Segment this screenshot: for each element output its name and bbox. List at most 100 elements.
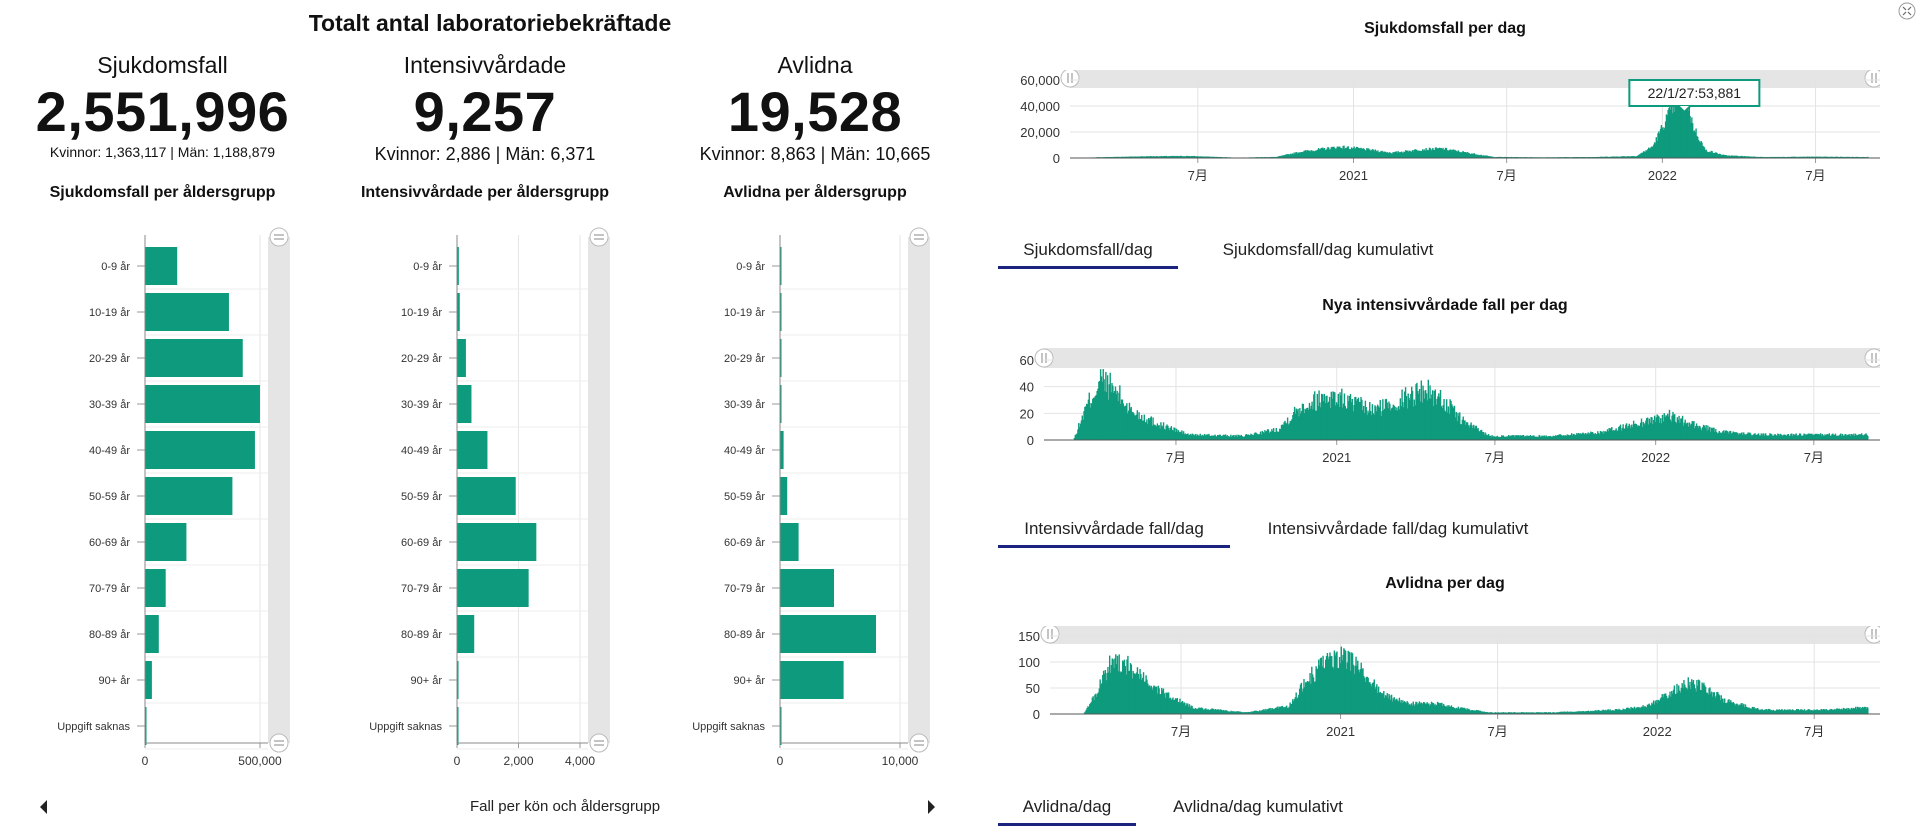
x-tick-label: 2021	[1326, 724, 1355, 739]
x-tick-label: 7月	[1497, 168, 1517, 183]
category-label: 0-9 år	[413, 261, 442, 273]
category-label: 20-29 år	[89, 353, 130, 365]
y-tick-label: 0	[1027, 433, 1034, 448]
bar[interactable]	[780, 615, 876, 653]
ts-title-icu: Nya intensivvårdade fall per dag	[1322, 297, 1568, 314]
tab-icu-daily[interactable]: Intensivvårdade fall/dag	[998, 519, 1230, 548]
ts-title-cases: Sjukdomsfall per dag	[1364, 20, 1526, 37]
x-tick-label: 7月	[1804, 724, 1824, 739]
grip-handle-icon[interactable]	[589, 733, 609, 753]
bar[interactable]	[780, 523, 799, 561]
bar[interactable]	[457, 615, 475, 653]
category-label: 10-19 år	[401, 307, 442, 319]
bar[interactable]	[145, 293, 229, 331]
triangle-left-icon[interactable]	[40, 800, 47, 814]
bar[interactable]	[457, 569, 529, 607]
bar[interactable]	[780, 431, 784, 469]
range-slider[interactable]	[1044, 348, 1880, 368]
x-tick-label: 7月	[1171, 724, 1191, 739]
y-tick-label: 60,000	[1020, 73, 1060, 88]
tab-cases-daily[interactable]: Sjukdomsfall/dag	[998, 240, 1178, 269]
x-tick-label: 7月	[1166, 450, 1186, 465]
category-label: 0-9 år	[736, 261, 765, 273]
bar[interactable]	[145, 569, 166, 607]
grip-handle-icon[interactable]	[909, 227, 929, 247]
tab-cases-cumulative[interactable]: Sjukdomsfall/dag kumulativt	[1198, 240, 1458, 266]
daily-series	[1073, 369, 1869, 440]
bar[interactable]	[145, 661, 152, 699]
x-tick-label: 0	[777, 754, 784, 768]
category-label: 80-89 år	[89, 629, 130, 641]
expand-icon[interactable]	[1898, 2, 1916, 20]
y-tick-label: 20,000	[1020, 125, 1060, 140]
deaths-per-day-chart: 0 50 100 150 7月 2021 7月 2022 7月	[1018, 626, 1880, 739]
category-label: 70-79 år	[89, 583, 130, 595]
y-tick-label: 20	[1020, 406, 1034, 421]
triangle-right-icon[interactable]	[928, 800, 935, 814]
bar[interactable]	[780, 661, 844, 699]
category-label: Uppgift saknas	[369, 721, 442, 733]
bar-panel: 0 10,000 0-9 år 10-19 år 20-29 år 30-39 år 40-…	[692, 227, 930, 768]
bar[interactable]	[145, 385, 260, 423]
bar[interactable]	[145, 247, 178, 285]
x-tick-label: 4,000	[565, 754, 595, 768]
bar[interactable]	[457, 339, 466, 377]
grip-handle-icon[interactable]	[909, 733, 929, 753]
bar[interactable]	[145, 523, 187, 561]
bar-chart-title-icu: Intensivvårdade per åldersgrupp	[360, 184, 610, 201]
x-tick-label: 0	[454, 754, 461, 768]
x-tick-label: 2022	[1648, 168, 1677, 183]
bar[interactable]	[780, 569, 834, 607]
stat-value: 9,257	[413, 80, 557, 143]
cases-per-day-chart: 0 20,000 40,000 60,000 7月 2021 7月 2022 7月 22/1/27…	[1020, 70, 1880, 183]
bar[interactable]	[145, 339, 243, 377]
tab-icu-cumulative[interactable]: Intensivvårdade fall/dag kumulativt	[1248, 519, 1548, 545]
grip-handle-icon[interactable]	[269, 733, 289, 753]
y-tick-label: 0	[1053, 151, 1060, 166]
tabs-icu: Intensivvårdade fall/dag Intensivvårdade…	[998, 519, 1898, 551]
x-tick-label: 7月	[1485, 450, 1505, 465]
x-tick-label: 2021	[1339, 168, 1368, 183]
stat-label: Intensivvårdade	[403, 52, 567, 78]
x-tick-label: 2022	[1643, 724, 1672, 739]
bar-panel: 0 2,000 4,000 0-9 år 10-19 år 20-29 år 30-39 å…	[369, 227, 610, 768]
category-label: 70-79 år	[401, 583, 442, 595]
age-group-bar-charts: 0 500,000 0-9 år 10-19 år 20-29 år 30-39 år 40…	[57, 227, 930, 768]
daily-series	[1083, 646, 1869, 714]
category-label: 30-39 år	[724, 399, 765, 411]
scroll-band[interactable]	[588, 237, 610, 743]
range-slider[interactable]	[1050, 626, 1880, 644]
stat-label: Avlidna	[777, 52, 853, 78]
bar-chart-title-cases: Sjukdomsfall per åldersgrupp	[49, 184, 276, 201]
x-tick-label: 2022	[1641, 450, 1670, 465]
grip-handle-icon[interactable]	[1034, 348, 1054, 368]
page-title: Totalt antal laboratoriebekräftade	[308, 10, 672, 36]
bar[interactable]	[457, 385, 472, 423]
y-tick-label: 0	[1033, 707, 1040, 722]
grip-handle-icon[interactable]	[1060, 70, 1080, 88]
tab-deaths-daily[interactable]: Avlidna/dag	[998, 797, 1136, 826]
bar[interactable]	[145, 615, 159, 653]
grip-handle-icon[interactable]	[269, 227, 289, 247]
tab-deaths-cumulative[interactable]: Avlidna/dag kumulativt	[1158, 797, 1358, 823]
bar[interactable]	[780, 477, 788, 515]
x-tick-label: 7月	[1805, 168, 1825, 183]
grip-handle-icon[interactable]	[589, 227, 609, 247]
bar[interactable]	[145, 431, 255, 469]
y-tick-label: 60	[1020, 353, 1034, 368]
x-tick-label: 7月	[1804, 450, 1824, 465]
category-label: 60-69 år	[724, 537, 765, 549]
bar[interactable]	[457, 477, 516, 515]
stat-gender-split: Kvinnor: 1,363,117 | Män: 1,188,879	[49, 144, 276, 160]
category-label: 40-49 år	[89, 445, 130, 457]
bar[interactable]	[457, 523, 537, 561]
bar[interactable]	[145, 477, 233, 515]
y-tick-label: 100	[1018, 655, 1040, 670]
y-tick-label: 50	[1026, 681, 1040, 696]
bar[interactable]	[457, 431, 488, 469]
category-label: 30-39 år	[401, 399, 442, 411]
scroll-band[interactable]	[268, 237, 290, 743]
scroll-band[interactable]	[908, 237, 930, 743]
category-label: 90+ år	[734, 675, 766, 687]
grip-handle-icon[interactable]	[1040, 626, 1060, 644]
